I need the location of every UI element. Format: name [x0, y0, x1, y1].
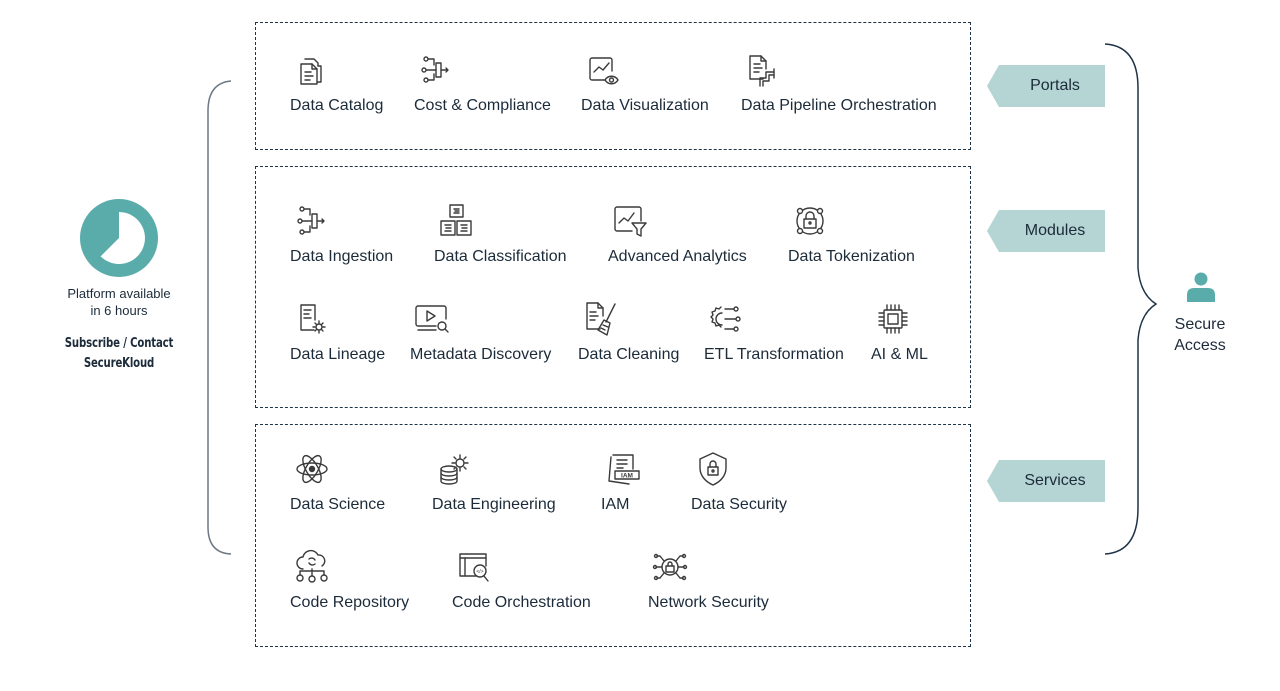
service-data-science[interactable]: Data Science — [290, 451, 385, 514]
service-data-engineering[interactable]: Data Engineering — [432, 451, 556, 514]
module-etl-transformation[interactable]: ETL Transformation — [704, 301, 844, 364]
secure-access-label: Secure Access — [1160, 314, 1240, 356]
item-label: Network Security — [648, 594, 769, 611]
documents-icon — [294, 52, 330, 88]
item-label: Data Classification — [434, 248, 567, 265]
modules-tag: Modules — [987, 210, 1105, 252]
document-broom-icon — [582, 301, 618, 337]
atom-icon — [294, 451, 330, 487]
item-label: Code Repository — [290, 594, 410, 611]
ingestion-icon — [294, 203, 330, 239]
availability-text: Platform available in 6 hours — [40, 285, 198, 319]
item-label: Data Ingestion — [290, 248, 394, 265]
service-code-orchestration[interactable]: </> Code Orchestration — [452, 549, 591, 612]
availability-line-1: Platform available — [67, 286, 171, 301]
services-tag: Services — [987, 460, 1105, 502]
item-label: Cost & Compliance — [414, 97, 551, 114]
video-search-icon — [414, 301, 450, 337]
right-brace — [1104, 43, 1158, 555]
database-gear-icon — [436, 451, 472, 487]
lock-circuit-icon — [652, 549, 688, 585]
secure-access-line-1: Secure — [1174, 316, 1226, 333]
item-label: Data Science — [290, 496, 386, 513]
module-data-cleaning[interactable]: Data Cleaning — [578, 301, 679, 364]
iam-document-icon: IAM — [605, 451, 641, 487]
item-label: AI & ML — [871, 346, 928, 363]
portal-cost-compliance[interactable]: Cost & Compliance — [414, 52, 551, 115]
clock-pie-icon — [80, 199, 158, 277]
chart-filter-icon — [612, 203, 648, 239]
item-label: Data Tokenization — [788, 248, 915, 265]
portal-data-pipeline-orchestration[interactable]: Data Pipeline Orchestration — [741, 52, 937, 115]
pipeline-merge-icon — [418, 52, 454, 88]
service-data-security[interactable]: Data Security — [691, 451, 787, 514]
svg-text:IAM: IAM — [621, 473, 633, 480]
document-pipe-icon — [745, 52, 781, 88]
item-label: Data Security — [691, 496, 788, 513]
document-gear-icon — [294, 301, 330, 337]
subscribe-contact-link[interactable]: Subscribe / Contact SecureKloud — [57, 334, 180, 374]
tag-label: Portals — [1030, 77, 1080, 94]
item-label: IAM — [601, 496, 630, 513]
item-label: ETL Transformation — [704, 346, 844, 363]
chip-icon — [875, 301, 911, 337]
cloud-sync-icon — [294, 549, 330, 585]
chart-eye-icon — [585, 52, 621, 88]
cta-line-1: Subscribe / Contact — [64, 336, 174, 351]
item-label: Data Engineering — [432, 496, 556, 513]
svg-text:</>: </> — [476, 569, 483, 575]
item-label: Code Orchestration — [452, 594, 591, 611]
lock-network-icon — [792, 203, 828, 239]
item-label: Data Visualization — [581, 97, 709, 114]
portal-data-catalog[interactable]: Data Catalog — [290, 52, 383, 115]
portals-tag: Portals — [987, 65, 1105, 107]
item-label: Data Lineage — [290, 346, 386, 363]
gear-nodes-icon — [708, 301, 744, 337]
module-data-classification[interactable]: Data Classification — [434, 203, 567, 266]
cta-line-2: SecureKloud — [83, 356, 155, 371]
module-ai-ml[interactable]: AI & ML — [871, 301, 928, 364]
service-code-repository[interactable]: Code Repository — [290, 549, 409, 612]
item-label: Data Pipeline Orchestration — [741, 97, 937, 114]
left-bracket — [207, 80, 232, 555]
portal-data-visualization[interactable]: Data Visualization — [581, 52, 709, 115]
module-advanced-analytics[interactable]: Advanced Analytics — [608, 203, 747, 266]
service-network-security[interactable]: Network Security — [648, 549, 769, 612]
shield-lock-icon — [695, 451, 731, 487]
item-label: Data Cleaning — [578, 346, 680, 363]
module-data-lineage[interactable]: Data Lineage — [290, 301, 385, 364]
item-label: Metadata Discovery — [410, 346, 552, 363]
tag-label: Modules — [1024, 222, 1086, 239]
tag-label: Services — [1024, 472, 1086, 489]
code-window-search-icon: </> — [456, 549, 492, 585]
item-label: Data Catalog — [290, 97, 384, 114]
classification-boxes-icon — [438, 203, 474, 239]
item-label: Advanced Analytics — [608, 248, 747, 265]
secure-access-line-2: Access — [1174, 337, 1226, 354]
module-metadata-discovery[interactable]: Metadata Discovery — [410, 301, 551, 364]
module-data-tokenization[interactable]: Data Tokenization — [788, 203, 915, 266]
availability-line-2: in 6 hours — [90, 303, 148, 318]
service-iam[interactable]: IAM IAM — [601, 451, 641, 514]
module-data-ingestion[interactable]: Data Ingestion — [290, 203, 393, 266]
user-icon — [1187, 272, 1215, 302]
